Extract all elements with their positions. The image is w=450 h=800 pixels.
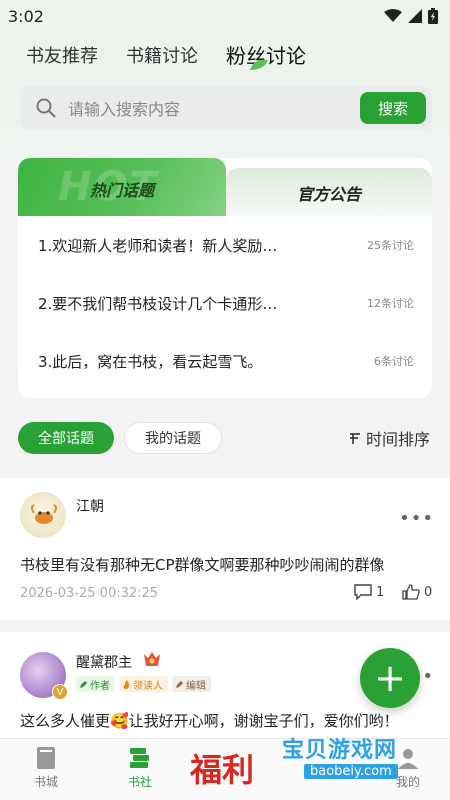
flame-icon xyxy=(123,679,130,689)
hot-topic-item[interactable]: 1.欢迎新人老师和读者！新人奖励… 25条讨论 xyxy=(38,216,432,274)
tab-hot-topics[interactable]: HOT 热门话题 xyxy=(18,158,226,216)
author-badge-label: 作者 xyxy=(90,680,110,692)
hot-topic-item[interactable]: 3.此后，窝在书枝，看云起雪飞。 6条讨论 xyxy=(38,332,432,390)
hot-topic-count: 6条讨论 xyxy=(374,355,414,368)
filter-all-topics[interactable]: 全部话题 xyxy=(18,422,114,454)
post-card[interactable]: 江朝 ••• 书枝里有没有那种无CP群像文啊要那种吵吵闹闹的群像 2026-03… xyxy=(0,478,450,620)
sort-label: 时间排序 xyxy=(365,430,430,449)
nav-bookstore[interactable]: 书城 xyxy=(16,745,76,790)
hot-topic-count: 12条讨论 xyxy=(367,297,414,310)
battery-icon xyxy=(428,8,438,24)
search-button[interactable]: 搜索 xyxy=(360,92,426,124)
pen-icon xyxy=(80,680,87,688)
wifi-icon xyxy=(384,9,402,22)
tab-fan-discussion[interactable]: 粉丝讨论 xyxy=(226,40,306,70)
avatar[interactable] xyxy=(20,492,66,538)
post-date: 2026-03-25 00:32:25 xyxy=(20,586,159,601)
tab-official-notice-label: 官方公告 xyxy=(296,185,361,204)
edit-icon xyxy=(176,680,183,688)
tab-book-friends[interactable]: 书友推荐 xyxy=(26,42,98,68)
hot-topic-list: 1.欢迎新人老师和读者！新人奖励… 25条讨论 2.要不我们帮书枝设计几个卡通形… xyxy=(18,216,432,390)
like-button[interactable]: 0 xyxy=(402,584,432,600)
watermark-url: baobeiy.com xyxy=(304,764,398,779)
post-content: 书枝里有没有那种无CP群像文啊要那种吵吵闹闹的群像 xyxy=(20,556,385,574)
signal-icon xyxy=(408,9,422,23)
site-watermark: 宝贝游戏网 baobeiy.com xyxy=(282,732,432,798)
topic-card-tabs: HOT 热门话题 官方公告 xyxy=(18,158,432,216)
community-tabs: 书友推荐 书籍讨论 粉丝讨论 xyxy=(26,40,306,70)
topic-card: HOT 热门话题 官方公告 1.欢迎新人老师和读者！新人奖励… 25条讨论 2.… xyxy=(18,158,432,398)
reader-badge-label: 领读人 xyxy=(133,680,163,692)
tab-official-notice[interactable]: 官方公告 xyxy=(226,168,432,216)
author-badge: 作者 xyxy=(76,676,115,692)
like-count: 0 xyxy=(424,584,433,600)
topic-filter-bar: 全部话题 我的话题 时间排序 xyxy=(18,422,430,454)
comment-count: 1 xyxy=(376,584,385,600)
hot-topic-title: 1.欢迎新人老师和读者！新人奖励… xyxy=(38,236,278,255)
thumbs-up-icon xyxy=(402,584,420,600)
role-badges: 作者 领读人 编辑 xyxy=(76,676,211,692)
books-stack-icon xyxy=(130,748,149,768)
search-input[interactable]: 请输入搜索内容 xyxy=(68,96,360,120)
post-content: 这么多人催更🥰让我好开心啊，谢谢宝子们，爱你们哟！ xyxy=(20,712,399,730)
search-icon xyxy=(36,98,56,118)
fan-level-icon xyxy=(144,652,160,666)
hot-topic-title: 3.此后，窝在书枝，看云起雪飞。 xyxy=(38,352,263,371)
more-options-icon[interactable]: ••• xyxy=(399,508,434,529)
hot-topic-title: 2.要不我们帮书枝设计几个卡通形… xyxy=(38,294,278,313)
comment-icon xyxy=(354,584,372,600)
status-bar: 3:02 xyxy=(0,0,450,32)
nav-community[interactable]: 书社 xyxy=(110,745,170,790)
tab-hot-topics-label: 热门话题 xyxy=(89,181,154,200)
leaf-indicator-icon xyxy=(250,59,268,70)
crab-avatar-icon xyxy=(31,504,57,524)
watermark-title: 宝贝游戏网 xyxy=(282,738,398,763)
search-bar[interactable]: 请输入搜索内容 搜索 xyxy=(20,86,432,130)
book-icon xyxy=(37,747,55,769)
nav-community-label: 书社 xyxy=(127,775,152,789)
reader-badge: 领读人 xyxy=(119,676,168,692)
nav-welfare[interactable]: 福利 xyxy=(190,745,254,791)
post-author-name[interactable]: 醒黛郡主 xyxy=(76,652,132,672)
comment-button[interactable]: 1 xyxy=(354,584,384,600)
hot-topic-count: 25条讨论 xyxy=(367,239,414,252)
tab-book-discussion[interactable]: 书籍讨论 xyxy=(126,42,198,68)
editor-badge: 编辑 xyxy=(172,676,211,692)
create-post-button[interactable]: + xyxy=(360,648,420,708)
filter-my-topics[interactable]: 我的话题 xyxy=(124,422,222,454)
verified-badge: V xyxy=(52,684,68,700)
nav-bookstore-label: 书城 xyxy=(33,775,58,789)
editor-badge-label: 编辑 xyxy=(186,680,206,692)
hot-topic-item[interactable]: 2.要不我们帮书枝设计几个卡通形… 12条讨论 xyxy=(38,274,432,332)
system-icons xyxy=(384,8,438,24)
sort-by-time-button[interactable]: 时间排序 xyxy=(348,426,430,450)
post-author-name[interactable]: 江朝 xyxy=(76,496,104,516)
sort-icon xyxy=(349,433,360,444)
status-time: 3:02 xyxy=(8,6,44,26)
